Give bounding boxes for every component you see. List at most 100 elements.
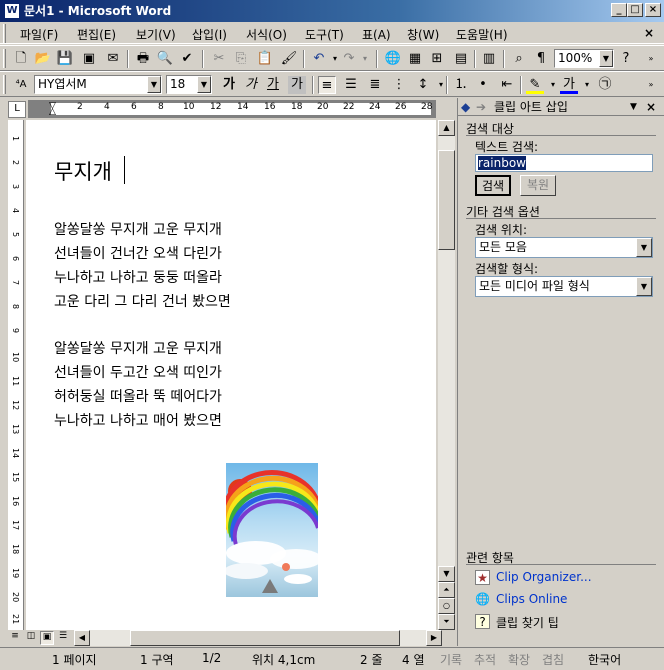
chevron-down-icon[interactable]: ▼ xyxy=(636,277,652,296)
bullets-icon[interactable]: • xyxy=(474,76,492,94)
close-button[interactable]: × xyxy=(645,3,661,17)
search-input[interactable]: rainbow xyxy=(475,154,653,172)
left-indent-icon[interactable]: △ xyxy=(49,107,56,117)
next-page-icon[interactable]: ⏷ xyxy=(438,614,455,630)
line-spacing-icon[interactable]: ↕ xyxy=(414,76,432,94)
menu-format[interactable]: 서식(O) xyxy=(246,26,287,43)
word-app-icon[interactable]: W xyxy=(4,3,20,19)
pane-close-icon[interactable]: × xyxy=(646,98,656,116)
search-in-select[interactable]: 모든 모음 ▼ xyxy=(475,237,653,258)
document-page[interactable]: 무지개 알쏭달쏭 무지개 고운 무지개 선녀들이 건너간 오색 다린가 누나하고… xyxy=(26,120,436,630)
toolbar-options-icon[interactable]: » xyxy=(642,50,660,68)
chevron-down-icon[interactable]: ▼ xyxy=(147,76,161,93)
font-color-icon[interactable]: 가 xyxy=(560,76,578,94)
maximize-button[interactable]: □ xyxy=(627,3,643,17)
menu-grip[interactable] xyxy=(3,24,6,43)
format-painter-icon[interactable]: 🖌 xyxy=(280,50,298,68)
horizontal-scrollbar[interactable]: ≡ ◫ ▣ ☰ ◀ ▶ xyxy=(8,630,456,646)
menu-table[interactable]: 표(A) xyxy=(362,26,391,43)
toolbar-grip[interactable] xyxy=(3,75,6,94)
forward-icon[interactable]: ➔ xyxy=(476,98,486,116)
font-combo[interactable]: HY엽서M ▼ xyxy=(34,75,162,94)
doc-close-icon[interactable]: × xyxy=(644,26,654,40)
menu-edit[interactable]: 편집(E) xyxy=(77,26,116,43)
clip-tips-link[interactable]: 클립 찾기 팁 xyxy=(496,614,559,631)
menu-window[interactable]: 창(W) xyxy=(407,26,439,43)
scroll-thumb[interactable] xyxy=(130,630,400,646)
insert-table-icon[interactable]: ⊞ xyxy=(428,50,446,68)
chevron-down-icon[interactable]: ▼ xyxy=(599,50,613,67)
status-record[interactable]: 기록 xyxy=(440,651,462,668)
document-map-icon[interactable]: ⌕ xyxy=(510,50,528,68)
paste-icon[interactable]: 📋 xyxy=(256,50,274,68)
scroll-track[interactable] xyxy=(90,630,426,646)
clips-online-link[interactable]: Clips Online xyxy=(496,592,567,606)
align-justify-icon[interactable]: ≡ xyxy=(318,76,336,94)
redo-dropdown-icon[interactable]: ▾ xyxy=(356,50,374,68)
previous-page-icon[interactable]: ⏶ xyxy=(438,582,455,598)
menu-file[interactable]: 파일(F) xyxy=(20,26,58,43)
result-type-select[interactable]: 모든 미디어 파일 형식 ▼ xyxy=(475,276,653,297)
hyperlink-icon[interactable]: 🌐 xyxy=(384,50,402,68)
chevron-down-icon[interactable]: ▼ xyxy=(636,238,652,257)
bold-icon[interactable]: 가 xyxy=(220,76,238,94)
toolbar-grip[interactable] xyxy=(3,49,6,68)
print-layout-icon[interactable]: ▣ xyxy=(40,631,54,645)
menu-help[interactable]: 도움말(H) xyxy=(456,26,508,43)
scroll-up-icon[interactable]: ▲ xyxy=(438,120,455,136)
scroll-down-icon[interactable]: ▼ xyxy=(438,566,455,582)
align-center-icon[interactable]: ☰ xyxy=(342,76,360,94)
insert-excel-icon[interactable]: ▤ xyxy=(452,50,470,68)
char-shading-icon[interactable]: 가 xyxy=(288,76,306,94)
align-right-icon[interactable]: ≣ xyxy=(366,76,384,94)
outline-view-icon[interactable]: ☰ xyxy=(56,631,70,645)
rainbow-clipart-image[interactable] xyxy=(226,463,318,597)
vertical-ruler[interactable]: 1 2 3 4 5 6 7 8 9 10 11 12 13 14 15 16 1… xyxy=(8,120,24,630)
chevron-down-icon[interactable]: ▼ xyxy=(197,76,211,93)
vertical-scrollbar[interactable]: ▲ ▼ ⏶ ○ ⏷ xyxy=(438,120,455,630)
status-extend[interactable]: 확장 xyxy=(508,651,530,668)
clip-organizer-link[interactable]: Clip Organizer... xyxy=(496,570,592,584)
tables-borders-icon[interactable]: ▦ xyxy=(406,50,424,68)
distribute-icon[interactable]: ⋮ xyxy=(390,76,408,94)
web-view-icon[interactable]: ◫ xyxy=(24,631,38,645)
menu-view[interactable]: 보기(V) xyxy=(136,26,176,43)
tab-selector-icon[interactable]: L xyxy=(8,101,26,118)
underline-icon[interactable]: 가 xyxy=(264,76,282,94)
cut-icon[interactable]: ✂ xyxy=(210,50,228,68)
scroll-right-icon[interactable]: ▶ xyxy=(426,630,442,646)
numbering-icon[interactable]: ⒈ xyxy=(452,76,470,94)
menu-tools[interactable]: 도구(T) xyxy=(305,26,344,43)
italic-icon[interactable]: 가 xyxy=(242,76,260,94)
print-preview-icon[interactable]: 🔍 xyxy=(156,50,174,68)
styles-icon[interactable]: ⁴A xyxy=(12,76,30,94)
normal-view-icon[interactable]: ≡ xyxy=(8,631,22,645)
status-overtype[interactable]: 겹침 xyxy=(542,651,564,668)
print-icon[interactable]: 🖶 xyxy=(134,50,152,68)
status-track[interactable]: 추적 xyxy=(474,651,496,668)
toolbar-options-icon[interactable]: » xyxy=(642,76,660,94)
highlight-icon[interactable]: ✎ xyxy=(526,76,544,94)
show-hide-icon[interactable]: ¶ xyxy=(532,50,550,68)
enclosed-char-icon[interactable]: ㉠ xyxy=(596,76,614,94)
permission-icon[interactable]: ▣ xyxy=(80,50,98,68)
copy-icon[interactable]: ⎘ xyxy=(232,50,250,68)
help-icon[interactable]: ? xyxy=(617,50,635,68)
zoom-combo[interactable]: 100% ▼ xyxy=(554,49,614,68)
menu-insert[interactable]: 삽입(I) xyxy=(192,26,227,43)
font-size-combo[interactable]: 18 ▼ xyxy=(166,75,212,94)
back-icon[interactable]: ◆ xyxy=(461,98,470,116)
new-document-icon[interactable]: 🗋 xyxy=(12,50,30,68)
scroll-left-icon[interactable]: ◀ xyxy=(74,630,90,646)
email-icon[interactable]: ✉ xyxy=(104,50,122,68)
open-icon[interactable]: 📂 xyxy=(34,50,52,68)
minimize-button[interactable]: _ xyxy=(611,3,627,17)
decrease-indent-icon[interactable]: ⇤ xyxy=(498,76,516,94)
pane-menu-icon[interactable]: ▼ xyxy=(630,98,637,116)
save-icon[interactable]: 💾 xyxy=(56,50,74,68)
horizontal-ruler[interactable]: ▽ △ 2 4 6 8 10 12 14 16 18 20 22 24 26 2… xyxy=(28,100,436,118)
restore-button[interactable]: 복원 xyxy=(520,175,556,196)
select-browse-object-icon[interactable]: ○ xyxy=(438,598,455,614)
scroll-thumb[interactable] xyxy=(438,150,455,250)
font-color-dropdown-icon[interactable]: ▾ xyxy=(578,76,596,94)
